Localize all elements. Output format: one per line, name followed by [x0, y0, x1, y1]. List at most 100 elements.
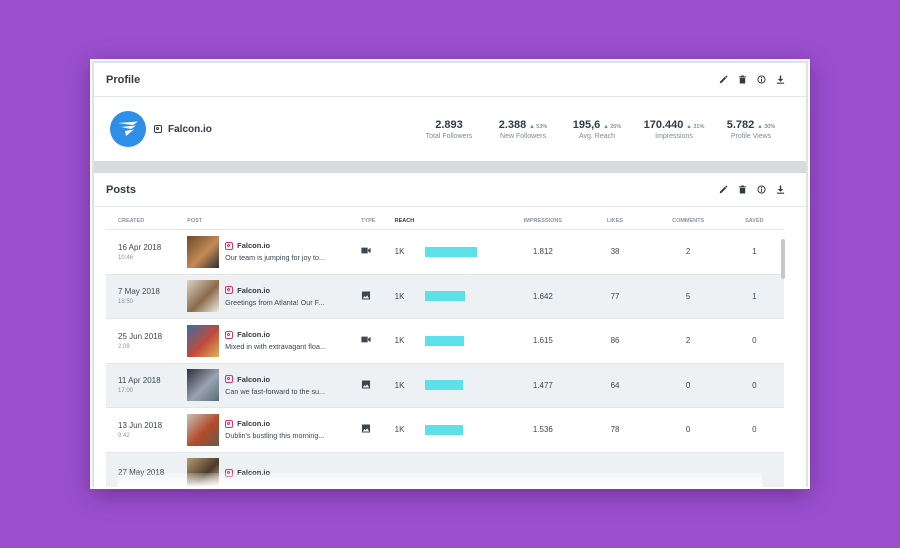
post-account: Falcon.io	[237, 285, 271, 295]
col-saved[interactable]: SAVED	[725, 218, 784, 224]
post-thumbnail[interactable]	[187, 280, 220, 313]
comments-cell: 0	[685, 425, 691, 435]
post-time: 18:50	[118, 299, 134, 306]
arrow-up-icon: ▲	[686, 123, 692, 130]
pencil-icon[interactable]	[718, 74, 729, 85]
post-cell[interactable]: Falcon.io Can we fast-forward to the su.…	[187, 369, 361, 402]
reach-value: 1K	[394, 425, 405, 435]
post-time: 9:42	[118, 432, 130, 439]
post-thumbnail[interactable]	[187, 413, 220, 446]
profile-title: Profile	[106, 73, 141, 86]
col-type[interactable]: TYPE	[361, 218, 395, 224]
info-icon[interactable]	[756, 74, 767, 85]
trash-icon[interactable]	[737, 74, 748, 85]
post-date: 11 Apr 2018	[118, 376, 161, 386]
col-post[interactable]: POST	[187, 218, 361, 224]
table-row[interactable]: 13 Jun 2018 9:42 Falcon.io Dublin's bust…	[106, 408, 784, 453]
instagram-icon	[154, 125, 162, 133]
created-cell: 11 Apr 2018 17:00	[118, 376, 187, 394]
type-cell	[361, 424, 395, 435]
profile-toolbar	[718, 74, 786, 85]
info-icon[interactable]	[756, 184, 767, 195]
type-cell	[361, 380, 395, 391]
col-reach[interactable]: REACH	[395, 218, 508, 224]
profile-header: Profile	[94, 63, 806, 97]
scrollbar-thumb[interactable]	[781, 239, 785, 279]
arrow-up-icon: ▲	[757, 123, 763, 130]
col-likes[interactable]: LIKES	[578, 218, 651, 224]
reach-value: 1K	[394, 336, 405, 346]
post-message: Can we fast-forward to the su...	[225, 386, 326, 396]
stat-change: 30%	[764, 123, 776, 130]
pencil-icon[interactable]	[718, 184, 729, 195]
download-icon[interactable]	[775, 74, 786, 85]
comments-cell: 2	[685, 336, 691, 346]
likes-cell: 38	[610, 247, 620, 257]
saved-cell: 0	[752, 380, 757, 390]
arrow-up-icon: ▲	[603, 123, 609, 130]
table-row[interactable]: 16 Apr 2018 10:46 Falcon.io Our team is …	[106, 230, 784, 275]
table-row[interactable]: 25 Jun 2018 2:09 Falcon.io Mixed in with…	[106, 319, 784, 364]
col-comments[interactable]: COMMENTS	[652, 218, 725, 224]
posts-card: Posts CREATED POST TYPE REACH IMPRESSION…	[94, 173, 806, 487]
stat-value: 2.388	[498, 118, 527, 131]
stat-impressions: 170.440 ▲ 31% Impressions	[634, 119, 714, 140]
col-impressions[interactable]: IMPRESSIONS	[507, 218, 578, 224]
posts-toolbar	[718, 184, 786, 195]
impressions-cell: 1.536	[532, 425, 553, 435]
impressions-cell: 1.615	[532, 336, 553, 346]
table-row[interactable]: 7 May 2018 18:50 Falcon.io Greetings fro…	[106, 274, 784, 319]
table-body: 16 Apr 2018 10:46 Falcon.io Our team is …	[106, 229, 784, 487]
reach-cell: 1K	[395, 291, 508, 302]
reach-cell: 1K	[394, 380, 508, 391]
reach-bar	[424, 246, 477, 257]
post-time: 2:09	[118, 343, 130, 350]
image-icon	[361, 291, 371, 302]
stat-value: 170.440	[643, 118, 684, 131]
profile-stats: 2.893 Total Followers 2.388 ▲ 53% New Fol…	[412, 119, 788, 140]
col-created[interactable]: CREATED	[118, 218, 187, 224]
profile-card: Profile Falcon.io 2.893 Total Followers	[94, 63, 806, 161]
saved-cell: 1	[752, 247, 757, 257]
saved-cell: 0	[752, 425, 757, 435]
post-date: 7 May 2018	[118, 287, 160, 297]
impressions-cell: 1.812	[532, 247, 553, 257]
table-header: CREATED POST TYPE REACH IMPRESSIONS LIKE…	[106, 215, 784, 227]
stat-value: 195,6	[572, 118, 601, 131]
image-icon	[361, 424, 371, 435]
instagram-icon	[225, 241, 234, 250]
post-cell[interactable]: Falcon.io Dublin's bustling this morning…	[187, 413, 361, 446]
post-time: 17:00	[118, 388, 134, 395]
post-cell[interactable]: Falcon.io Greetings from Atlanta! Our F.…	[187, 280, 361, 313]
created-cell: 13 Jun 2018 9:42	[118, 421, 187, 439]
stat-value: 2.893	[435, 118, 463, 131]
video-icon	[361, 336, 371, 346]
post-message: Our team is jumping for joy to...	[225, 253, 326, 263]
reach-cell: 1K	[394, 424, 508, 435]
post-account: Falcon.io	[237, 241, 271, 251]
post-account: Falcon.io	[237, 374, 271, 384]
avatar[interactable]	[110, 111, 146, 147]
trash-icon[interactable]	[737, 184, 748, 195]
stat-label: Total Followers	[425, 132, 473, 140]
post-thumbnail[interactable]	[187, 235, 220, 268]
stat-new-followers: 2.388 ▲ 53% New Followers	[486, 119, 560, 140]
post-cell[interactable]: Falcon.io Mixed in with extravagant floa…	[187, 324, 361, 357]
reach-value: 1K	[394, 380, 405, 390]
profile-handle[interactable]: Falcon.io	[154, 124, 212, 135]
stat-profile-views: 5.782 ▲ 30% Profile Views	[714, 119, 788, 140]
download-icon[interactable]	[775, 184, 786, 195]
post-thumbnail[interactable]	[187, 369, 220, 402]
post-time: 10:46	[118, 254, 134, 261]
likes-cell: 86	[610, 336, 620, 346]
image-icon	[361, 380, 371, 391]
stat-total-followers: 2.893 Total Followers	[412, 119, 486, 140]
post-message: Greetings from Atlanta! Our F...	[225, 297, 325, 307]
table-row[interactable]: 11 Apr 2018 17:00 Falcon.io Can we fast-…	[106, 363, 784, 408]
stat-label: Avg. Reach	[578, 132, 616, 140]
post-cell[interactable]: Falcon.io Our team is jumping for joy to…	[187, 235, 361, 268]
stat-change: 53%	[536, 123, 548, 130]
reach-bar	[424, 380, 463, 391]
post-thumbnail[interactable]	[187, 324, 220, 357]
instagram-icon	[225, 330, 234, 339]
